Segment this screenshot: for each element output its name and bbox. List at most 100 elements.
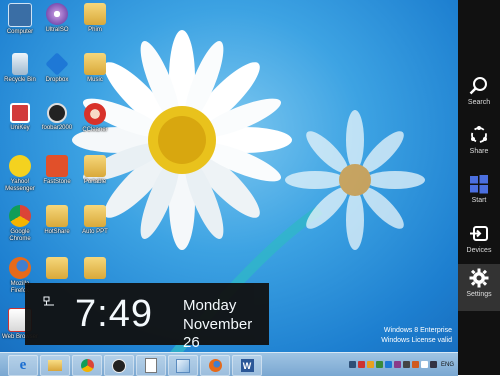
unikey-icon xyxy=(10,103,30,123)
charm-devices[interactable]: Devices xyxy=(458,220,500,270)
desktop-icon-music[interactable]: Music xyxy=(76,53,114,95)
desktop-icon-ultraiso[interactable]: UltraISO xyxy=(38,3,76,45)
desktop-icon-auto-ppt[interactable]: Auto PPT xyxy=(76,205,114,247)
charm-start[interactable]: Start xyxy=(458,170,500,220)
glass-icon xyxy=(176,358,190,373)
foobar-icon xyxy=(47,103,67,123)
ultraiso-icon xyxy=(46,3,68,25)
recycle-bin-icon xyxy=(12,53,28,75)
foobar-icon xyxy=(112,358,126,373)
network-icon xyxy=(43,296,54,306)
tray-volume-icon[interactable] xyxy=(429,361,437,368)
desktop-icon-ccleaner[interactable]: CCleaner xyxy=(76,103,114,145)
yahoo-messenger-icon xyxy=(9,155,31,177)
taskbar-foobar[interactable] xyxy=(104,355,134,376)
desktop-icon-label: Music xyxy=(87,77,103,83)
clock-date-panel: 7:49 Monday November 26 xyxy=(25,283,269,351)
taskbar-word[interactable]: W xyxy=(232,355,262,376)
desktop-icon-label: Google Chrome xyxy=(9,229,31,242)
search-icon xyxy=(469,77,487,95)
dropbox-icon xyxy=(45,52,69,76)
folder-icon xyxy=(84,205,106,227)
tray-app-icon[interactable] xyxy=(384,361,392,368)
desktop-icon-label: foobar2000 xyxy=(41,125,73,131)
clock-time: 7:49 xyxy=(75,293,153,335)
taskbar-chrome[interactable] xyxy=(72,355,102,376)
desktop-icon-label: CCleaner xyxy=(82,127,108,133)
folder-icon xyxy=(84,155,106,177)
desktop-icon-recycle-bin[interactable]: Recycle Bin xyxy=(1,53,39,95)
desktop-icon-label: Phim xyxy=(88,27,102,33)
faststone-icon xyxy=(46,155,68,177)
ccleaner-icon xyxy=(84,103,106,125)
charm-label: Search xyxy=(467,99,491,106)
tray-app-icon[interactable] xyxy=(375,361,383,368)
charm-label: Settings xyxy=(466,291,492,298)
taskbar-document-app[interactable] xyxy=(136,355,166,376)
desktop-icon-label: Portable xyxy=(83,179,107,185)
desktop-icon-label: Recycle Bin xyxy=(4,77,36,83)
desktop-icon-portable[interactable]: Portable xyxy=(76,155,114,197)
internet-explorer-icon: e xyxy=(19,357,27,373)
desktop-icon-faststone[interactable]: FastStone xyxy=(38,155,76,197)
folder-icon xyxy=(84,53,106,75)
windows-watermark-line1: Windows 8 Enterprise xyxy=(383,327,452,334)
charm-share[interactable]: Share xyxy=(458,121,500,171)
file-explorer-icon xyxy=(48,360,62,371)
taskbar-internet-explorer[interactable]: e xyxy=(8,355,38,376)
firefox-icon xyxy=(208,359,222,372)
desktop-icon-label: HotShare xyxy=(44,229,70,235)
desktop-icon-foobar2000[interactable]: foobar2000 xyxy=(38,103,76,145)
gear-icon xyxy=(469,268,489,288)
desktop-icon-label: Dropbox xyxy=(45,77,69,83)
desktop-icon-label: FastStone xyxy=(43,179,71,185)
tray-app-icon[interactable] xyxy=(402,361,410,368)
share-icon xyxy=(471,126,487,143)
document-icon xyxy=(145,358,157,373)
charm-label: Start xyxy=(471,197,487,204)
folder-icon xyxy=(46,205,68,227)
desktop-icon-computer[interactable]: Computer xyxy=(1,3,39,45)
folder-icon xyxy=(84,257,106,279)
desktop-icon-google-chrome[interactable]: Google Chrome xyxy=(1,205,39,247)
chrome-icon xyxy=(80,359,94,372)
charms-bar: Search Share Start Devices Settings xyxy=(458,0,500,375)
tray-app-icon[interactable] xyxy=(411,361,419,368)
tray-app-icon[interactable] xyxy=(393,361,401,368)
folder-icon xyxy=(84,3,106,25)
tray-network-icon[interactable] xyxy=(420,361,428,368)
chrome-icon xyxy=(9,205,31,227)
taskbar: e W ENG xyxy=(0,352,458,376)
tray-app-icon[interactable] xyxy=(366,361,374,368)
tray-language-indicator[interactable]: ENG xyxy=(441,362,454,368)
tray-arrow-icon[interactable] xyxy=(348,361,356,368)
desktop-icon-label: Yahoo! Messenger xyxy=(5,179,35,192)
desktop-icon-label: UniKey xyxy=(10,125,30,131)
charm-label: Devices xyxy=(466,247,492,254)
windows-logo-icon xyxy=(470,175,488,194)
clock-day: Monday xyxy=(183,297,237,314)
desktop-icon-label: UltraISO xyxy=(45,27,69,33)
desktop-icon-label: Auto PPT xyxy=(82,229,108,235)
taskbar-app-glass[interactable] xyxy=(168,355,198,376)
desktop-icon-yahoo-messenger[interactable]: Yahoo! Messenger xyxy=(1,155,39,197)
clock-date: November 26 xyxy=(183,316,253,351)
charm-label: Share xyxy=(469,148,489,155)
folder-icon xyxy=(46,257,68,279)
firefox-icon xyxy=(9,257,31,279)
word-icon: W xyxy=(240,359,254,372)
desktop-icon-hotshare[interactable]: HotShare xyxy=(38,205,76,247)
charm-settings[interactable]: Settings xyxy=(458,264,500,311)
windows-watermark-line2: Windows License valid xyxy=(381,337,452,344)
taskbar-file-explorer[interactable] xyxy=(40,355,70,376)
desktop-icon-phim[interactable]: Phim xyxy=(76,3,114,45)
computer-icon xyxy=(8,3,32,27)
desktop-icon-label: Computer xyxy=(6,29,34,35)
desktop-icon-dropbox[interactable]: Dropbox xyxy=(38,52,76,95)
taskbar-firefox[interactable] xyxy=(200,355,230,376)
devices-icon xyxy=(470,226,488,241)
desktop-icon-unikey[interactable]: UniKey xyxy=(1,103,39,145)
system-tray: ENG xyxy=(348,357,458,372)
tray-app-icon[interactable] xyxy=(357,361,365,368)
charm-search[interactable]: Search xyxy=(458,72,500,122)
